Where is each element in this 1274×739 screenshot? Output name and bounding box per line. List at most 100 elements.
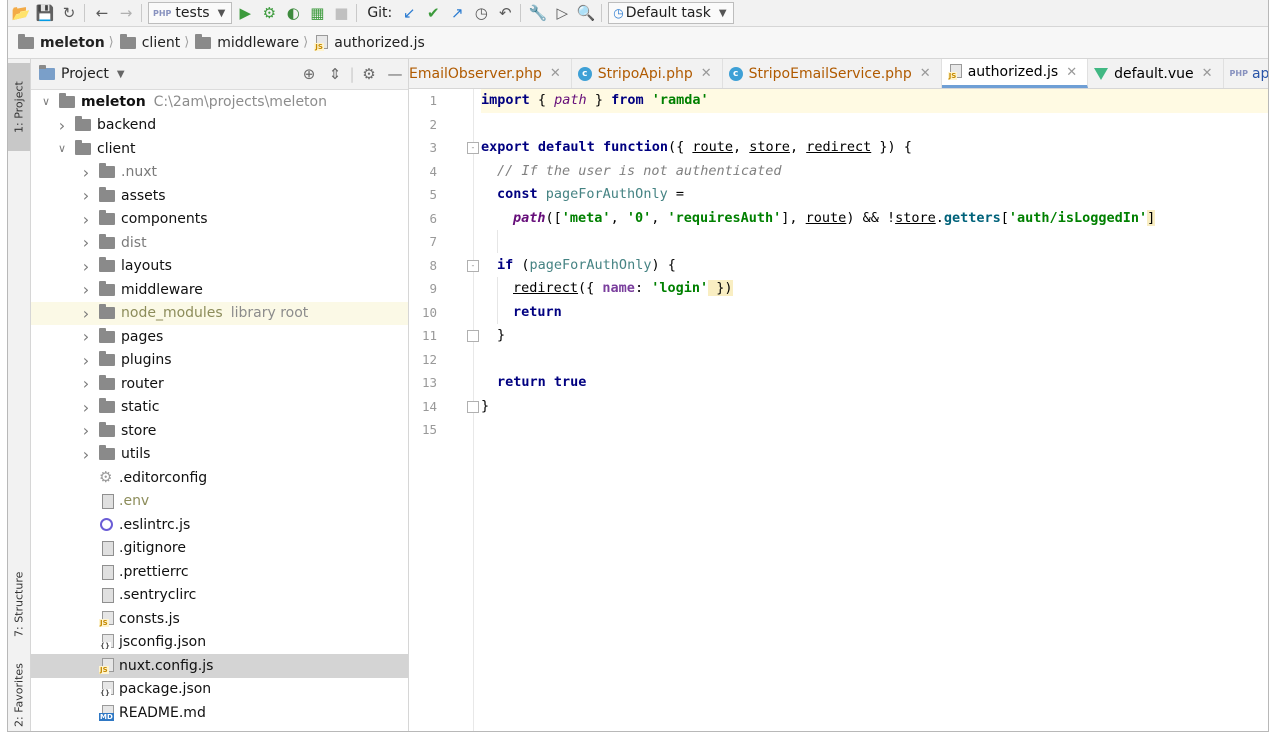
stop-icon[interactable]: ■ bbox=[330, 3, 352, 23]
chevron-right-icon[interactable]: › bbox=[79, 351, 93, 370]
editor-tab[interactable]: PHPapp.php bbox=[1224, 59, 1268, 88]
open-folder-icon[interactable]: 📂 bbox=[10, 3, 32, 23]
collapse-all-icon[interactable]: ⇕ bbox=[322, 65, 348, 83]
tree-folder[interactable]: › components bbox=[31, 208, 408, 232]
git-commit-icon[interactable]: ✔ bbox=[422, 3, 444, 23]
tree-folder[interactable]: › layouts bbox=[31, 255, 408, 279]
line-number: 14 bbox=[421, 398, 437, 414]
chevron-right-icon[interactable]: › bbox=[79, 421, 93, 440]
close-icon[interactable]: ✕ bbox=[701, 66, 712, 81]
tree-folder[interactable]: › plugins bbox=[31, 349, 408, 373]
close-icon[interactable]: ✕ bbox=[920, 66, 931, 81]
editor-tab[interactable]: c StripoApi.php ✕ bbox=[572, 59, 723, 88]
editor-tab[interactable]: c StripoEmailService.php ✕ bbox=[723, 59, 942, 88]
chevron-right-icon[interactable]: › bbox=[79, 280, 93, 299]
chevron-down-icon[interactable]: ∨ bbox=[39, 95, 53, 108]
breadcrumb-item-meleton[interactable]: meleton bbox=[18, 33, 105, 51]
tree-folder[interactable]: › node_modules library root bbox=[31, 301, 408, 325]
tree-folder[interactable]: › pages bbox=[31, 325, 408, 349]
history-icon[interactable]: ◷ bbox=[470, 3, 492, 23]
tree-folder[interactable]: › dist bbox=[31, 231, 408, 255]
tree-folder[interactable]: › utils bbox=[31, 443, 408, 467]
tab-favorites-tool[interactable]: 2: Favorites bbox=[8, 659, 30, 731]
breadcrumb-item-file[interactable]: JS authorized.js bbox=[314, 34, 425, 51]
editor-tab[interactable]: JS authorized.js ✕ bbox=[941, 59, 1089, 88]
rollback-icon[interactable]: ↶ bbox=[494, 3, 516, 23]
breadcrumb-item-client[interactable]: client bbox=[119, 33, 180, 51]
locate-icon[interactable]: ⊕ bbox=[296, 65, 322, 83]
tree-file[interactable]: .editorconfig bbox=[31, 466, 408, 490]
tree-file[interactable]: .sentryclirc bbox=[31, 584, 408, 608]
close-icon[interactable]: ✕ bbox=[1202, 66, 1213, 81]
chevron-right-icon[interactable]: › bbox=[79, 233, 93, 252]
tree-folder[interactable]: › store bbox=[31, 419, 408, 443]
tree-folder[interactable]: › middleware bbox=[31, 278, 408, 302]
tree-file[interactable]: {} package.json bbox=[31, 678, 408, 702]
tree-folder[interactable]: › static bbox=[31, 396, 408, 420]
fold-marker-icon[interactable] bbox=[467, 330, 479, 342]
git-push-icon[interactable]: ↗ bbox=[446, 3, 468, 23]
back-arrow-icon[interactable]: ← bbox=[91, 3, 113, 23]
tree-file[interactable]: JS consts.js bbox=[31, 607, 408, 631]
save-all-icon[interactable]: 💾 bbox=[34, 3, 56, 23]
chevron-right-icon[interactable]: › bbox=[79, 257, 93, 276]
git-label: Git: bbox=[367, 5, 393, 21]
search-icon[interactable]: 🔍 bbox=[575, 3, 597, 23]
chevron-right-icon[interactable]: › bbox=[79, 304, 93, 323]
project-view-selector[interactable]: Project ▼ bbox=[39, 65, 125, 82]
chevron-right-icon[interactable]: › bbox=[79, 163, 93, 182]
tok: ([ bbox=[545, 209, 562, 226]
chevron-right-icon[interactable]: › bbox=[79, 398, 93, 417]
profile-icon[interactable]: ▦ bbox=[306, 3, 328, 23]
chevron-right-icon[interactable]: › bbox=[79, 374, 93, 393]
eslint-icon bbox=[99, 517, 115, 533]
editor-tab[interactable]: default.vue ✕ bbox=[1088, 59, 1224, 88]
text-file-icon bbox=[99, 540, 115, 557]
editor-tabs: EmailObserver.php ✕ c StripoApi.php ✕ c Stripo… bbox=[409, 59, 1268, 89]
tab-project-tool[interactable]: 1: Project bbox=[8, 63, 30, 151]
forward-arrow-icon[interactable]: → bbox=[115, 3, 137, 23]
breadcrumb-item-middleware[interactable]: middleware bbox=[195, 33, 299, 51]
tree-file[interactable]: {} jsconfig.json bbox=[31, 631, 408, 655]
tree-folder[interactable]: › backend bbox=[31, 114, 408, 138]
fold-marker-icon[interactable] bbox=[467, 400, 479, 413]
fold-marker-icon[interactable]: - bbox=[467, 142, 479, 154]
coverage-icon[interactable]: ◐ bbox=[282, 3, 304, 23]
tree-file[interactable]: JS nuxt.config.js bbox=[31, 654, 408, 678]
gear-icon[interactable]: ⚙ bbox=[356, 65, 382, 83]
run-icon[interactable]: ▶ bbox=[234, 3, 256, 23]
tree-folder[interactable]: › router bbox=[31, 372, 408, 396]
chevron-right-icon[interactable]: › bbox=[79, 210, 93, 229]
close-icon[interactable]: ✕ bbox=[550, 66, 561, 81]
chevron-right-icon[interactable]: › bbox=[55, 116, 69, 135]
tab-structure-tool[interactable]: 7: Structure bbox=[8, 559, 30, 649]
tree-file[interactable]: .gitignore bbox=[31, 537, 408, 561]
tree-folder[interactable]: › assets bbox=[31, 184, 408, 208]
tok: ) { bbox=[651, 256, 676, 273]
chevron-right-icon[interactable]: › bbox=[79, 445, 93, 464]
tree-file[interactable]: .prettierrc bbox=[31, 560, 408, 584]
terminal-icon[interactable]: ▷ bbox=[551, 3, 573, 23]
close-icon[interactable]: ✕ bbox=[1066, 65, 1077, 80]
toolbar-separator bbox=[84, 4, 85, 22]
sync-icon[interactable]: ↻ bbox=[58, 3, 80, 23]
wrench-icon[interactable]: 🔧 bbox=[527, 3, 549, 23]
fold-marker-icon[interactable]: - bbox=[467, 259, 479, 272]
project-panel: Project ▼ ⊕ ⇕ | ⚙ — ∨ meleton C:\2am\pro… bbox=[31, 59, 409, 731]
tree-folder[interactable]: › .nuxt bbox=[31, 161, 408, 185]
editor-tab[interactable]: EmailObserver.php ✕ bbox=[409, 59, 572, 88]
run-config-combo[interactable]: PHP tests ▼ bbox=[148, 2, 233, 24]
tree-folder[interactable]: ∨ client bbox=[31, 137, 408, 161]
hide-icon[interactable]: — bbox=[382, 65, 408, 83]
chevron-right-icon[interactable]: › bbox=[79, 186, 93, 205]
tree-file[interactable]: MD README.md bbox=[31, 701, 408, 725]
code-area[interactable]: import { path } from 'ramda' export defa… bbox=[481, 89, 1268, 731]
debug-icon[interactable]: ⚙ bbox=[258, 3, 280, 23]
chevron-down-icon[interactable]: ∨ bbox=[55, 142, 69, 155]
chevron-right-icon[interactable]: › bbox=[79, 327, 93, 346]
git-update-icon[interactable]: ↙ bbox=[398, 3, 420, 23]
tree-file[interactable]: .env bbox=[31, 490, 408, 514]
tree-file[interactable]: .eslintrc.js bbox=[31, 513, 408, 537]
tree-root[interactable]: ∨ meleton C:\2am\projects\meleton bbox=[31, 90, 408, 114]
task-combo[interactable]: ◷ Default task ▼ bbox=[608, 2, 734, 24]
